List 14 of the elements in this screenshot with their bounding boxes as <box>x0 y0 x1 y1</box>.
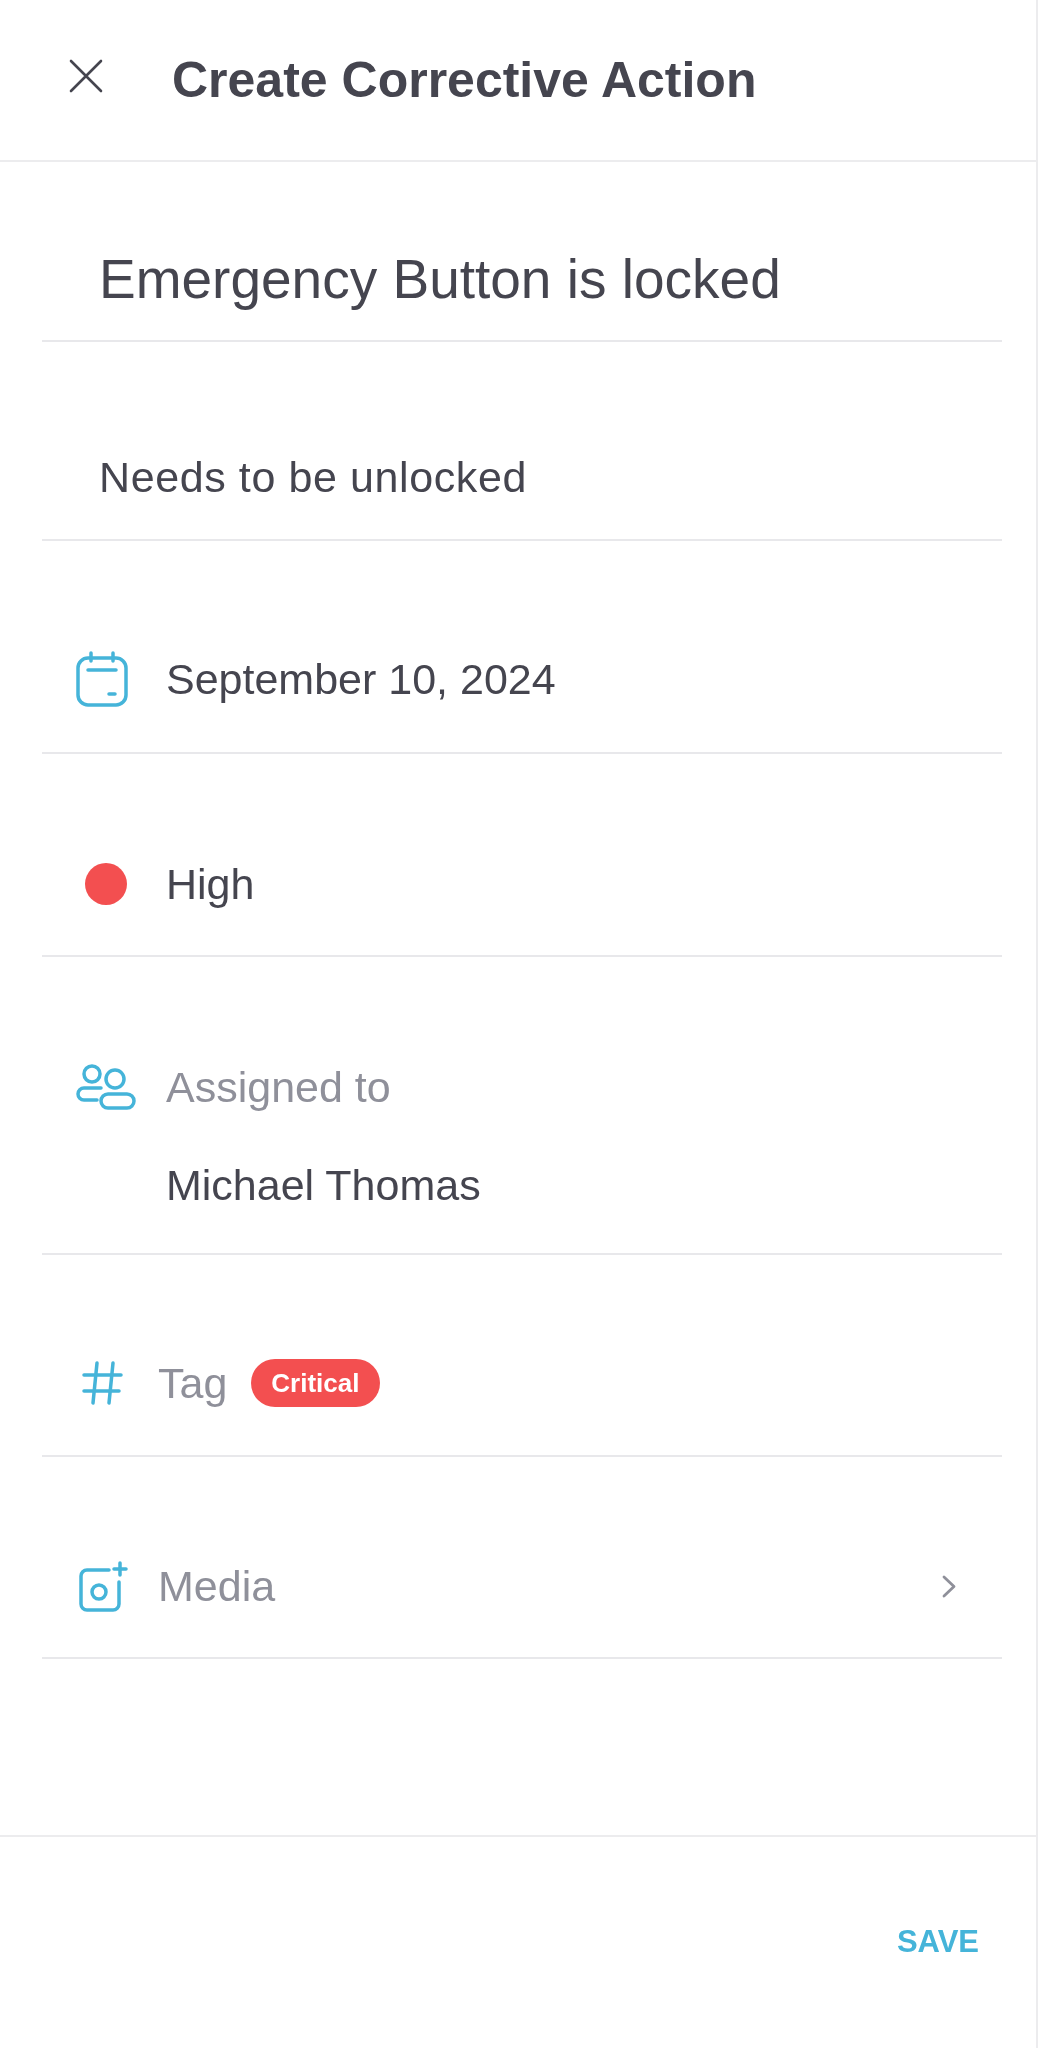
page-title: Create Corrective Action <box>172 51 757 110</box>
due-date-value[interactable]: September 10, 2024 <box>166 653 556 705</box>
close-icon[interactable] <box>69 59 103 93</box>
description-field[interactable]: Needs to be unlocked <box>42 342 1002 541</box>
assignee-name[interactable]: Michael Thomas <box>166 1159 481 1211</box>
chevron-right-icon[interactable] <box>941 1573 957 1599</box>
title-field[interactable]: Emergency Button is locked <box>42 162 1002 342</box>
hash-icon <box>82 1361 123 1405</box>
add-photo-icon <box>77 1560 128 1612</box>
calendar-icon <box>76 651 128 707</box>
priority-value[interactable]: High <box>166 858 255 910</box>
people-icon <box>75 1064 137 1110</box>
tag-label: Tag <box>158 1358 228 1409</box>
assigned-to-label: Assigned to <box>166 1062 391 1113</box>
